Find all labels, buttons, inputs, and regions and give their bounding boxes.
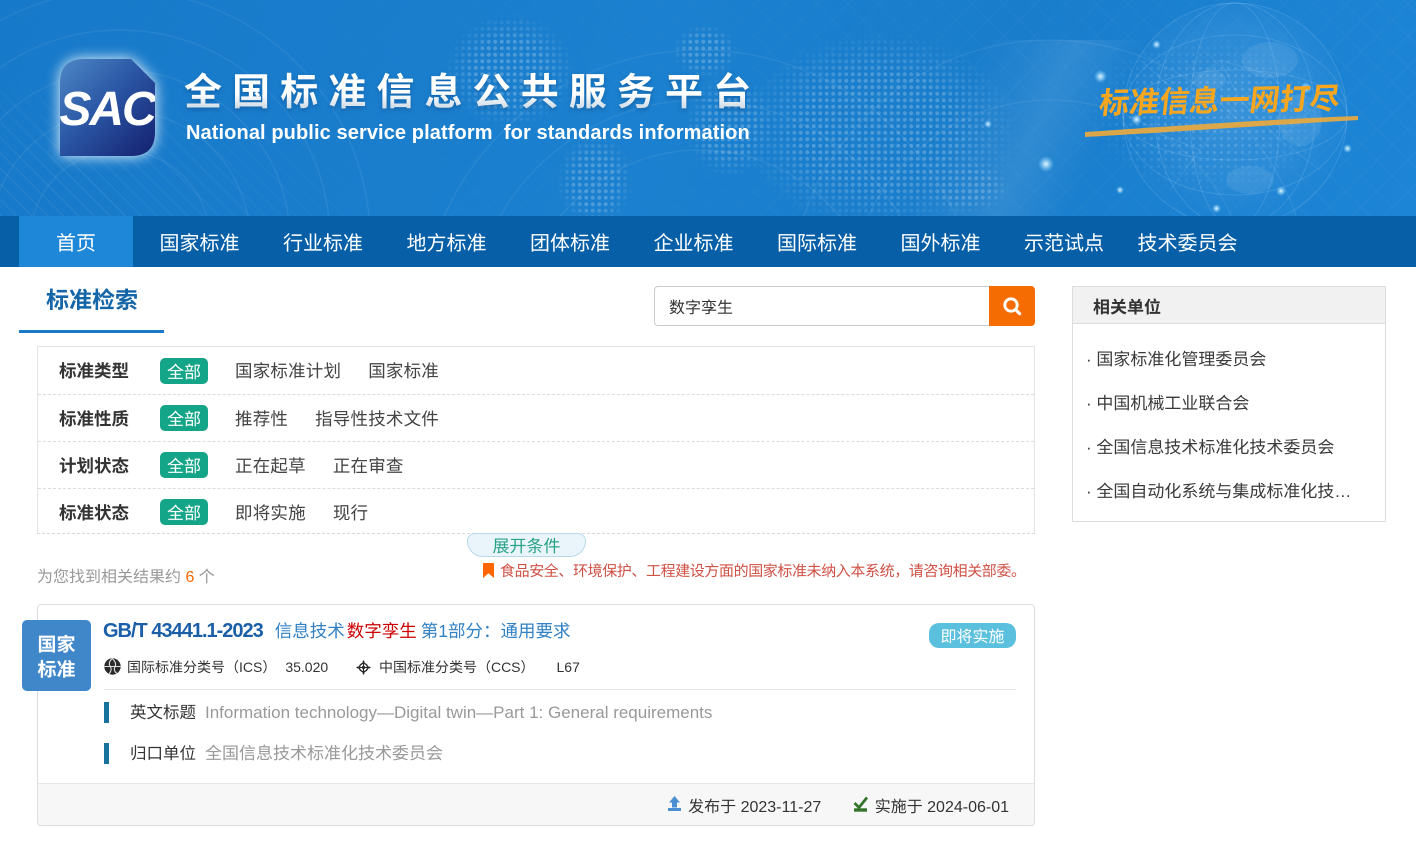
svg-text:SAC: SAC (60, 83, 155, 136)
